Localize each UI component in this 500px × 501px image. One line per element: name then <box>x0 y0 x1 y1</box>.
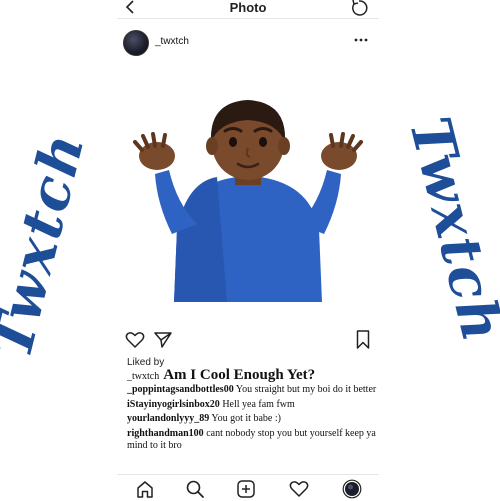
comment-text: You got it babe :) <box>211 413 281 424</box>
search-icon[interactable] <box>185 479 205 499</box>
comment-username[interactable]: righthandman100 <box>127 428 204 439</box>
heart-icon[interactable] <box>125 331 145 349</box>
comment-username[interactable]: iStayinyogirlsinbox20 <box>127 399 220 410</box>
profile-avatar-icon[interactable] <box>342 479 362 499</box>
caption-text: Am I Cool Enough Yet? <box>163 367 316 383</box>
home-icon[interactable] <box>135 479 155 499</box>
instagram-post-screen: Photo _twxtch Liked by _twxtch Am I Cool… <box>117 0 379 500</box>
activity-heart-icon[interactable] <box>289 479 309 499</box>
send-icon[interactable] <box>154 331 172 349</box>
bottom-nav <box>117 474 379 501</box>
refresh-icon[interactable] <box>349 0 369 18</box>
post-caption: _twxtch Am I Cool Enough Yet? <box>127 366 379 384</box>
brand-text-right: Twxtch <box>396 110 500 350</box>
comment-username[interactable]: yourlandonlyyy_89 <box>127 413 209 424</box>
avatar[interactable] <box>123 30 149 56</box>
comment-item: _poppintagsandbottles00 You straight but… <box>127 384 379 397</box>
post-actions <box>117 330 379 350</box>
comment-text: You straight but my boi do it better <box>235 384 377 395</box>
comment-item: yourlandonlyyy_89 You got it babe :) <box>127 413 379 426</box>
brand-text-left: Twxtch <box>0 125 98 365</box>
top-bar: Photo <box>117 0 379 19</box>
post-header: _twxtch <box>117 28 379 58</box>
caption-username[interactable]: _twxtch <box>127 371 159 382</box>
comment-item: righthandman100 cant nobody stop you but… <box>127 428 379 453</box>
post-photo[interactable] <box>117 64 379 326</box>
comment-item: iStayinyogirlsinbox20 Hell yea fam fwm <box>127 399 379 412</box>
comments-list: _poppintagsandbottles00 You straight but… <box>127 384 379 455</box>
shrugging-man-emoji <box>133 100 363 302</box>
page-title: Photo <box>229 0 267 15</box>
bookmark-icon[interactable] <box>356 330 370 349</box>
comment-username[interactable]: _poppintagsandbottles00 <box>127 384 234 395</box>
post-username[interactable]: _twxtch <box>155 36 189 47</box>
comment-text: Hell yea fam fwm <box>222 398 295 410</box>
add-post-icon[interactable] <box>236 479 256 499</box>
more-horizontal-icon[interactable] <box>353 34 369 46</box>
